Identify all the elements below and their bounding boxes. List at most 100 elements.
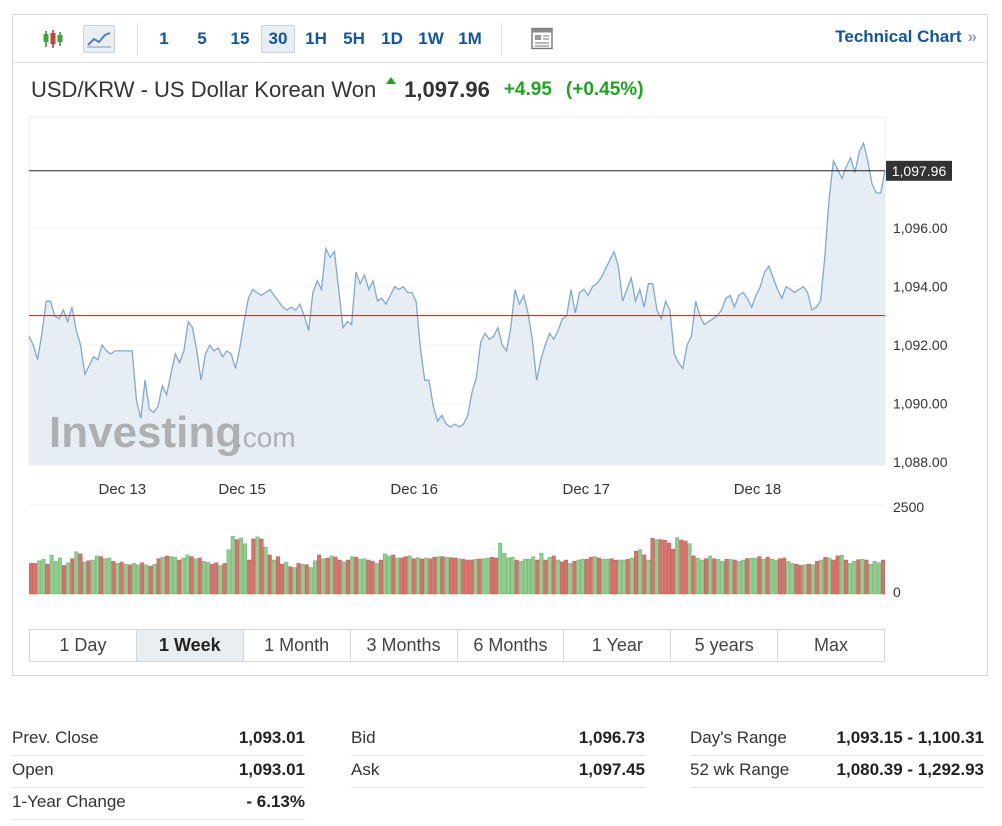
volume-bar xyxy=(383,553,387,595)
volume-bar xyxy=(646,559,651,595)
range-tab-1-month[interactable]: 1 Month xyxy=(244,630,351,661)
volume-bar xyxy=(642,554,647,595)
volume-bar xyxy=(53,561,58,595)
volume-bar xyxy=(498,542,503,595)
volume-bar xyxy=(658,539,663,595)
stats-column-1: Prev. Close 1,093.01 Open 1,093.01 1-Yea… xyxy=(12,724,305,820)
chart-widget: 1 5 15 30 1H 5H 1D 1W 1M Technical Chart… xyxy=(12,14,988,676)
volume-bar xyxy=(123,563,128,595)
volume-bar xyxy=(160,557,165,595)
stat-label: Open xyxy=(12,760,54,779)
volume-bar xyxy=(868,563,873,595)
volume-bar xyxy=(201,561,206,595)
volume-bar xyxy=(140,562,145,595)
volume-bar xyxy=(815,561,820,595)
volume-bar xyxy=(580,559,585,595)
price-chart[interactable]: Investing .com 1,088.001,090.001,092.001… xyxy=(13,15,987,615)
volume-bar xyxy=(131,563,136,595)
volume-bar xyxy=(177,559,182,595)
volume-bar xyxy=(666,542,671,595)
volume-bar xyxy=(440,556,445,595)
volume-bar xyxy=(156,558,161,595)
volume-bar xyxy=(880,559,885,595)
volume-bar xyxy=(82,561,87,595)
range-tab-3-months[interactable]: 3 Months xyxy=(351,630,458,661)
volume-bar xyxy=(588,557,593,595)
volume-bar xyxy=(654,539,659,595)
volume-bar xyxy=(206,561,210,595)
volume-bar xyxy=(107,557,112,595)
volume-bar xyxy=(247,559,252,595)
volume-bar xyxy=(662,540,667,595)
range-tab-1-year[interactable]: 1 Year xyxy=(564,630,672,661)
volume-bar xyxy=(78,553,83,595)
volume-bar xyxy=(576,559,581,595)
volume-bar xyxy=(535,559,540,595)
x-tick-label: Dec 16 xyxy=(390,481,438,498)
volume-bar xyxy=(671,548,676,595)
volume-bar xyxy=(111,561,116,595)
volume-bar xyxy=(378,559,383,595)
volume-bar xyxy=(86,560,91,595)
stat-52-week-range: 52 wk Range 1,080.39 - 1,292.93 xyxy=(690,756,984,788)
volume-bar xyxy=(395,557,400,595)
volume-bar xyxy=(860,559,865,595)
stat-label: Prev. Close xyxy=(12,728,99,747)
volume-bar xyxy=(720,561,725,595)
volume-bar xyxy=(325,558,330,595)
volume-bar xyxy=(864,559,869,595)
volume-bar xyxy=(823,557,828,595)
volume-bar xyxy=(485,557,490,595)
volume-bar xyxy=(350,556,355,595)
volume-bar xyxy=(354,557,359,595)
x-tick-label: Dec 15 xyxy=(218,481,266,498)
volume-bar xyxy=(115,563,120,595)
stat-value: 1,093.01 xyxy=(238,728,305,747)
stat-label: 52 wk Range xyxy=(690,760,790,779)
volume-bar xyxy=(564,559,569,595)
volume-bar xyxy=(169,556,173,595)
volume-bar xyxy=(362,558,367,595)
current-price-label: 1,097.96 xyxy=(892,163,947,179)
range-tab-5-years[interactable]: 5 years xyxy=(671,630,779,661)
range-tab-1-day[interactable]: 1 Day xyxy=(30,630,137,661)
volume-bar xyxy=(251,538,256,595)
stats-column-3: Day's Range 1,093.15 - 1,100.31 52 wk Ra… xyxy=(690,724,984,788)
range-tab-max[interactable]: Max xyxy=(778,630,884,661)
volume-axis-max: 2500 xyxy=(893,499,924,515)
volume-bar xyxy=(704,558,708,595)
volume-bar xyxy=(872,561,877,595)
volume-bar xyxy=(452,557,457,595)
volume-bar xyxy=(802,564,807,595)
volume-bar xyxy=(547,557,552,595)
volume-bar xyxy=(41,559,46,595)
volume-bar xyxy=(609,558,614,595)
volume-bar xyxy=(794,563,799,595)
stat-value: 1,093.01 xyxy=(238,760,305,779)
volume-bar xyxy=(572,561,577,595)
volume-bar xyxy=(724,559,729,595)
volume-bar xyxy=(457,558,462,595)
volume-bar xyxy=(559,561,564,595)
volume-bar xyxy=(695,558,700,595)
volume-bar xyxy=(255,536,260,595)
volume-bar xyxy=(494,557,499,595)
volume-bar xyxy=(411,558,416,595)
y-axis: 1,088.00 1,090.00 1,092.00 1,094.00 1,096.00 xyxy=(893,220,948,470)
volume-bar xyxy=(843,559,848,595)
volume-bar xyxy=(222,563,227,595)
volume-bar xyxy=(835,555,840,595)
volume-bar xyxy=(230,536,235,595)
stat-1-year-change: 1-Year Change - 6.13% xyxy=(12,788,305,820)
volume-bar xyxy=(136,564,141,595)
volume-bar xyxy=(518,561,523,595)
volume-bar xyxy=(712,558,717,595)
volume-bar xyxy=(345,559,350,595)
stat-value: - 6.13% xyxy=(246,792,305,811)
volume-bar xyxy=(210,563,215,595)
range-tab-6-months[interactable]: 6 Months xyxy=(458,630,565,661)
volume-bar xyxy=(284,561,289,595)
range-tab-1-week[interactable]: 1 Week xyxy=(136,630,244,661)
volume-bar xyxy=(33,563,38,595)
volume-bar xyxy=(811,564,815,595)
